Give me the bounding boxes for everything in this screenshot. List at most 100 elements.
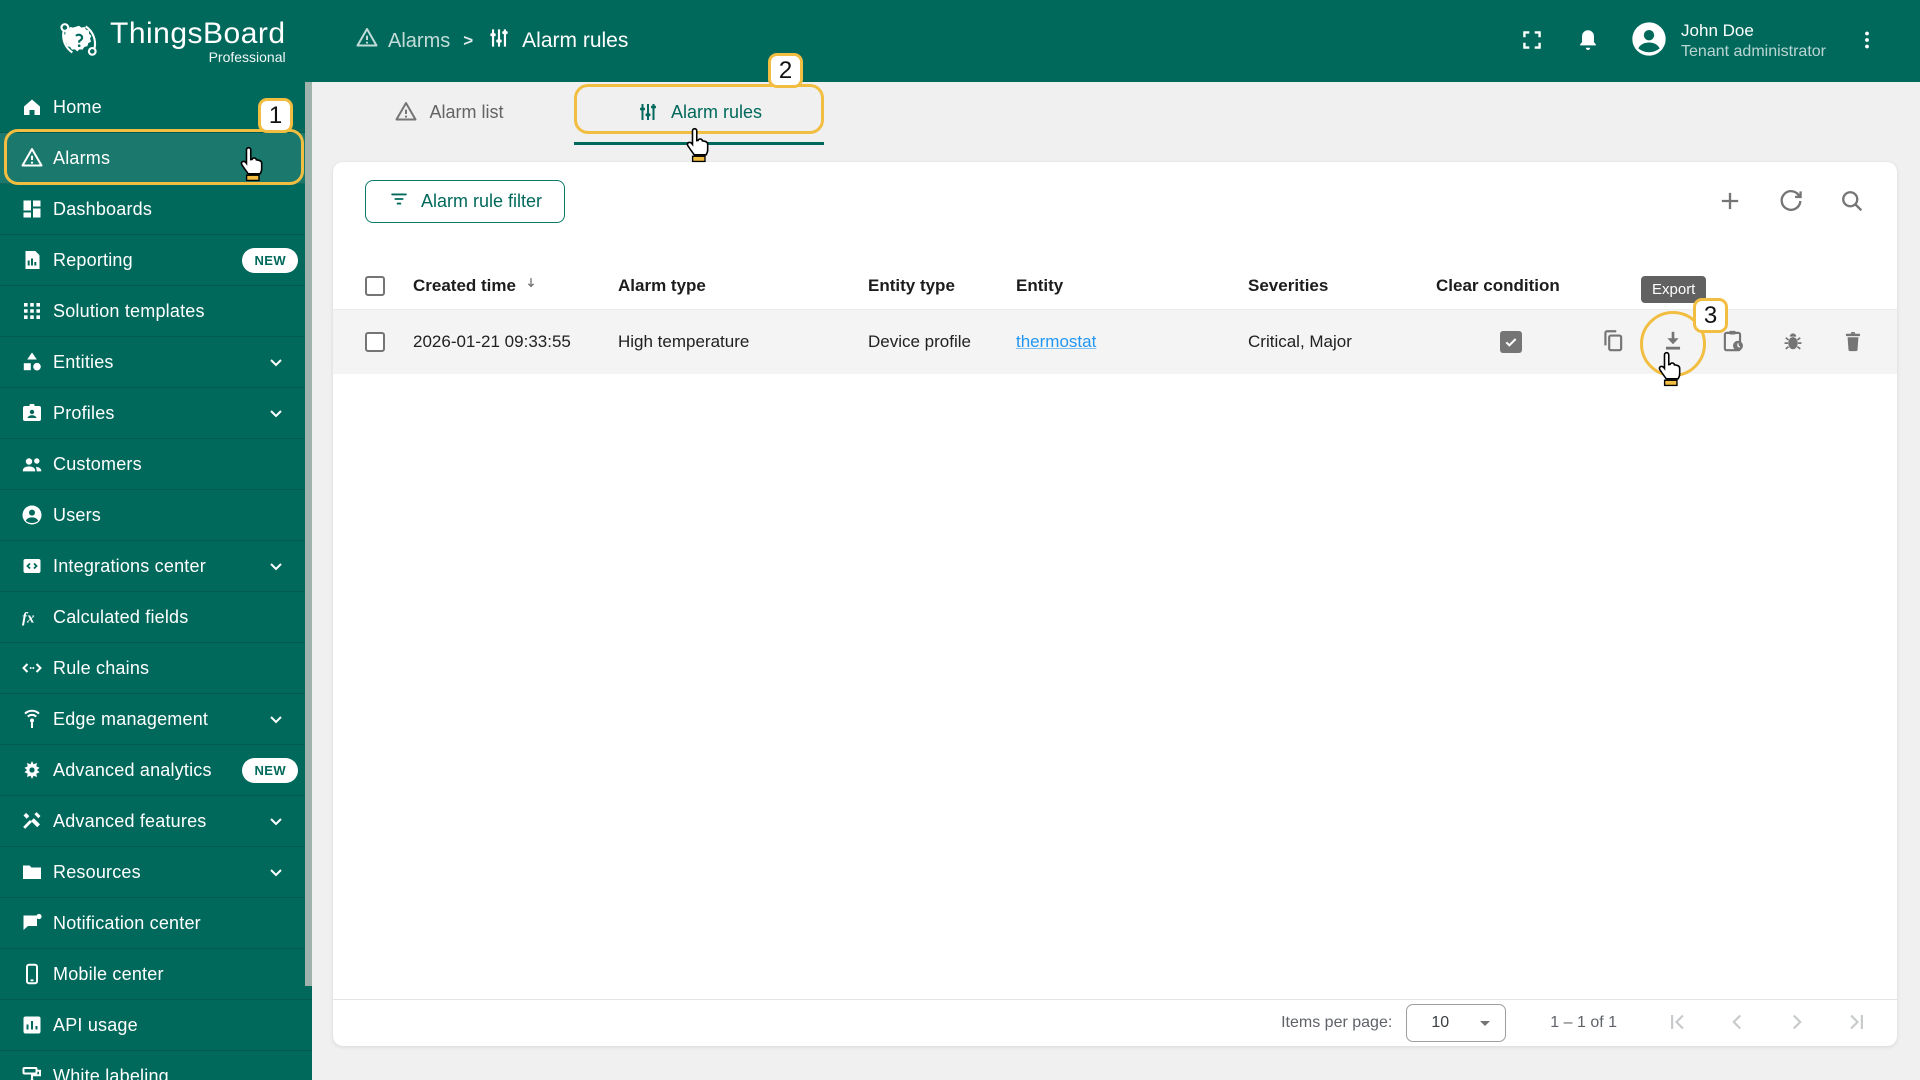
sidebar-item-users[interactable]: Users [0, 490, 312, 541]
more-menu-button[interactable] [1844, 18, 1890, 64]
paint-roller-icon [20, 1064, 44, 1080]
sidebar-item-integrations-center[interactable]: Integrations center [0, 541, 312, 592]
add-alarm-rule-button[interactable] [1708, 180, 1752, 224]
tab-label: Alarm list [429, 101, 504, 122]
export-button[interactable] [1653, 322, 1693, 362]
warning-icon [394, 100, 418, 124]
breadcrumb-parent-label: Alarms [388, 29, 451, 52]
home-icon [20, 95, 44, 119]
brand-name: ThingsBoard [110, 16, 286, 50]
last-page-button[interactable] [1837, 1003, 1877, 1043]
clear-condition-checkbox[interactable] [1500, 331, 1522, 353]
sidebar-item-reporting[interactable]: Reporting NEW [0, 235, 312, 286]
select-all-checkbox[interactable] [365, 275, 385, 296]
row-checkbox[interactable] [365, 332, 385, 352]
sidebar-item-rule-chains[interactable]: Rule chains [0, 643, 312, 694]
sidebar-item-label: API usage [53, 1014, 138, 1035]
tab-bar: Alarm list Alarm rules [312, 82, 1920, 145]
items-per-page-select[interactable]: 10 [1406, 1004, 1507, 1042]
user-menu[interactable]: John Doe Tenant administrator [1629, 19, 1826, 64]
sidebar-item-label: Home [53, 96, 102, 117]
users-icon [20, 503, 44, 527]
sidebar: Home Alarms Dashboards Reporting NEW Sol… [0, 82, 312, 1080]
export-tooltip: Export [1641, 276, 1707, 303]
fullscreen-button[interactable] [1509, 18, 1555, 64]
pending-actions-button[interactable] [1713, 322, 1753, 362]
last-page-icon [1844, 1009, 1870, 1038]
entity-link[interactable]: thermostat [1016, 332, 1096, 351]
column-entity[interactable]: Entity [1016, 276, 1248, 296]
refresh-button[interactable] [1769, 180, 1813, 224]
sidebar-item-label: Profiles [53, 402, 115, 423]
items-per-page-label: Items per page: [1281, 1014, 1393, 1031]
debug-button[interactable] [1773, 322, 1813, 362]
column-alarm-type[interactable]: Alarm type [618, 276, 868, 296]
sidebar-item-entities[interactable]: Entities [0, 337, 312, 388]
api-usage-icon [20, 1013, 44, 1037]
solution-templates-icon [20, 299, 44, 323]
breadcrumb-current-label: Alarm rules [522, 29, 629, 52]
sidebar-item-home[interactable]: Home [0, 82, 312, 133]
tab-alarm-list[interactable]: Alarm list [324, 82, 574, 145]
sidebar-item-advanced-analytics[interactable]: Advanced analytics NEW [0, 745, 312, 796]
sidebar-scrollbar[interactable] [305, 82, 312, 986]
sidebar-item-customers[interactable]: Customers [0, 439, 312, 490]
reporting-icon [20, 248, 44, 272]
sidebar-item-profiles[interactable]: Profiles [0, 388, 312, 439]
fullscreen-icon [1519, 27, 1545, 56]
cell-severities: Critical, Major [1248, 332, 1352, 351]
sort-desc-icon[interactable] [522, 274, 540, 297]
sidebar-item-label: Resources [53, 861, 141, 882]
thingsboard-logo[interactable]: ThingsBoard Professional [0, 16, 312, 67]
download-icon [1660, 328, 1686, 357]
thingsboard-gear-icon [56, 16, 102, 67]
notifications-button[interactable] [1565, 18, 1611, 64]
copy-button[interactable] [1593, 322, 1633, 362]
bug-icon [1780, 328, 1806, 357]
clipboard-clock-icon [1720, 328, 1746, 357]
main-content: Alarm list Alarm rules Alarm rule filter [312, 82, 1920, 1080]
table-row[interactable]: 2026-01-21 09:33:55 High temperature Dev… [333, 310, 1897, 374]
sidebar-item-mobile-center[interactable]: Mobile center [0, 949, 312, 1000]
sidebar-item-solution-templates[interactable]: Solution templates [0, 286, 312, 337]
sidebar-item-white-labeling[interactable]: White labeling [0, 1051, 312, 1080]
breadcrumb-alarms[interactable]: Alarms [355, 26, 450, 56]
chevron-down-icon [264, 554, 288, 578]
sidebar-item-label: Dashboards [53, 198, 153, 219]
breadcrumb: Alarms > Alarm rules [355, 25, 628, 57]
tab-alarm-rules[interactable]: Alarm rules [574, 82, 824, 145]
first-page-button[interactable] [1657, 1003, 1697, 1043]
tools-icon [20, 809, 44, 833]
sidebar-item-label: Customers [53, 453, 142, 474]
previous-page-button[interactable] [1717, 1003, 1757, 1043]
sidebar-item-advanced-features[interactable]: Advanced features [0, 796, 312, 847]
page-range-label: 1 – 1 of 1 [1550, 1014, 1617, 1031]
search-button[interactable] [1830, 180, 1874, 224]
sidebar-item-label: Entities [53, 351, 114, 372]
filter-icon [388, 188, 410, 215]
sidebar-item-label: Edge management [53, 708, 209, 729]
sidebar-item-api-usage[interactable]: API usage [0, 1000, 312, 1051]
next-page-button[interactable] [1777, 1003, 1817, 1043]
column-clear-condition[interactable]: Clear condition [1436, 276, 1586, 296]
bell-icon [1575, 27, 1601, 56]
sidebar-item-edge-management[interactable]: Edge management [0, 694, 312, 745]
sidebar-item-label: Notification center [53, 912, 201, 933]
new-badge: NEW [242, 247, 298, 273]
sidebar-item-resources[interactable]: Resources [0, 847, 312, 898]
search-icon [1838, 187, 1866, 218]
sidebar-item-calculated-fields[interactable]: fx Calculated fields [0, 592, 312, 643]
chevron-down-icon [264, 401, 288, 425]
sidebar-item-notification-center[interactable]: Notification center [0, 898, 312, 949]
caret-down-icon [1473, 1011, 1497, 1035]
chevron-down-icon [264, 707, 288, 731]
column-entity-type[interactable]: Entity type [868, 276, 1016, 296]
delete-button[interactable] [1833, 322, 1873, 362]
column-created-time[interactable]: Created time [413, 276, 516, 296]
sidebar-item-dashboards[interactable]: Dashboards [0, 184, 312, 235]
column-severities[interactable]: Severities [1248, 276, 1436, 296]
alarm-rule-filter-button[interactable]: Alarm rule filter [365, 180, 565, 223]
sidebar-item-alarms[interactable]: Alarms [0, 133, 312, 184]
entities-icon [20, 350, 44, 374]
function-icon: fx [20, 605, 44, 629]
